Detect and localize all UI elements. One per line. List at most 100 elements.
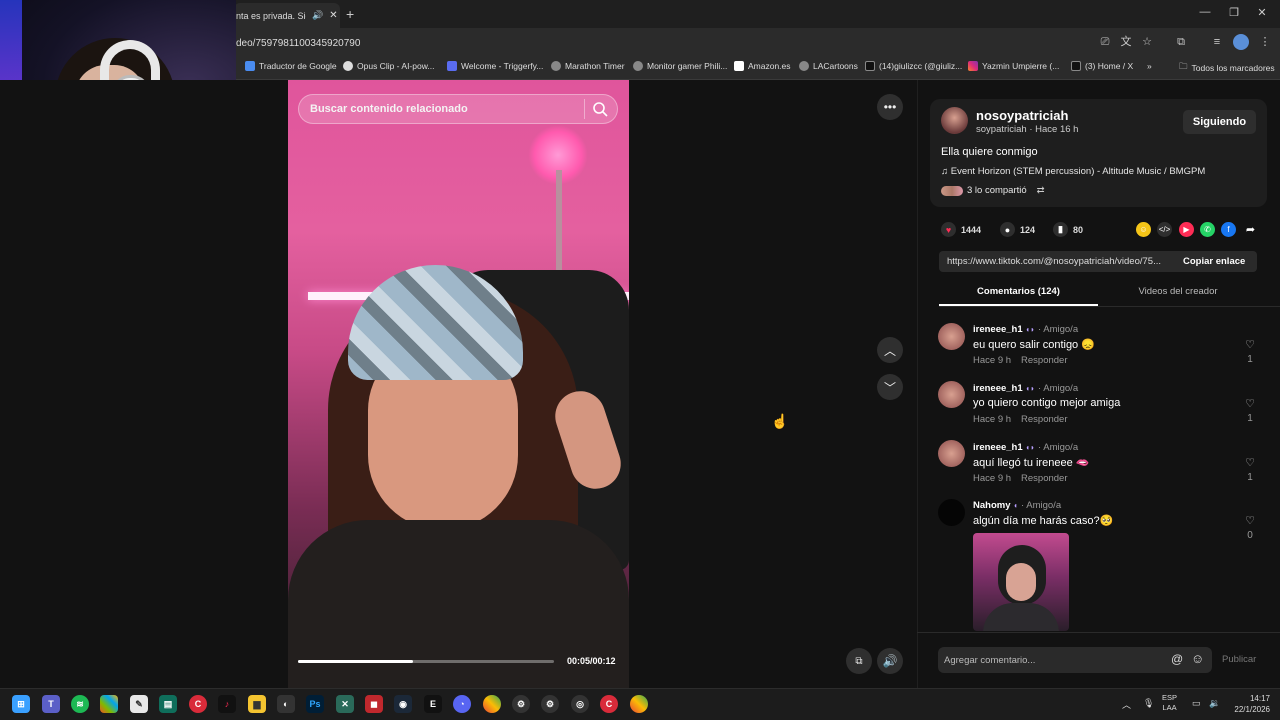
media-controls-icon[interactable]: ≡ [1209, 34, 1225, 50]
install-app-icon[interactable]: ⎚ [1097, 34, 1113, 50]
emoji-icon[interactable]: ☺ [1191, 651, 1204, 666]
chevron-up-icon[interactable]: ︿ [877, 337, 903, 363]
chrome-icon[interactable] [630, 695, 648, 713]
tab-creator-videos[interactable]: Videos del creador [1098, 286, 1258, 297]
bookmark-item[interactable]: (3) Home / X [1071, 61, 1133, 71]
comment-like-icon[interactable]: ♡ [1243, 338, 1257, 351]
profile-avatar-icon[interactable] [1233, 34, 1249, 50]
spotify-icon[interactable]: ≋ [71, 695, 89, 713]
bookmark-item[interactable]: Yazmin Umpierre (... [968, 61, 1059, 71]
close-window-button[interactable]: ✕ [1253, 6, 1271, 19]
translate-icon[interactable]: 文 [1118, 34, 1134, 50]
volume-tray-icon[interactable]: 🔉 [1209, 698, 1220, 709]
reply-button[interactable]: Responder [1021, 414, 1067, 425]
share-arrow-icon[interactable]: ➦ [1243, 222, 1258, 237]
volume-icon[interactable]: 🔊 [877, 648, 903, 674]
app-icon[interactable]: ▤ [159, 695, 177, 713]
language-indicator[interactable]: ESP LAA [1162, 693, 1177, 713]
repost-icon[interactable]: ⇄ [1037, 185, 1045, 196]
close-tab-icon[interactable]: ✕ [329, 10, 337, 21]
browser-tab[interactable]: nta es privada. Sigu 🔊 ✕ [234, 3, 340, 28]
comment-input[interactable] [944, 647, 1164, 673]
steam-icon[interactable]: ◉ [394, 695, 412, 713]
capcut-icon[interactable]: C [600, 695, 618, 713]
url-text[interactable]: deo/7597981100345920790 [236, 38, 360, 49]
teams-icon[interactable]: T [42, 695, 60, 713]
comment-attached-image[interactable] [973, 533, 1069, 631]
commenter-avatar[interactable] [938, 381, 965, 408]
app-icon[interactable]: ◼ [365, 695, 383, 713]
bookmark-item[interactable]: Opus Clip - AI-pow... [343, 61, 434, 71]
picture-in-picture-icon[interactable]: ⧉ [846, 648, 872, 674]
epic-games-icon[interactable]: E [424, 695, 442, 713]
video-player[interactable] [288, 80, 629, 688]
bookmark-item[interactable]: Monitor gamer Phili... [633, 61, 727, 71]
related-search-input[interactable]: Buscar contenido relacionado [298, 94, 618, 124]
reply-button[interactable]: Responder [1021, 473, 1067, 484]
comment-author[interactable]: ireneee_h1 ◖◗ · Amigo/a [973, 442, 1078, 453]
comment-like-icon[interactable]: ♡ [1243, 514, 1257, 527]
copy-link-button[interactable]: Copiar enlace [1183, 256, 1245, 267]
facebook-icon[interactable]: f [1221, 222, 1236, 237]
reply-button[interactable]: Responder [1021, 355, 1067, 366]
extensions-icon[interactable]: ⧉ [1173, 34, 1189, 50]
comment-like-icon[interactable]: ♡ [1243, 456, 1257, 469]
save-stat[interactable]: ▮ 80 [1053, 222, 1083, 237]
bookmark-item[interactable]: LACartoons [799, 61, 858, 71]
bookmark-item[interactable]: Amazon.es [734, 61, 791, 71]
bookmark-item[interactable]: Marathon Timer [551, 61, 625, 71]
browser-menu-icon[interactable]: ⋮ [1257, 34, 1273, 50]
comment-stat[interactable]: ● 124 [1000, 222, 1035, 237]
bookmark-item[interactable]: (14)giulizcc (@giuliz... [865, 61, 962, 71]
settings-gear-icon[interactable]: ⚙ [541, 695, 559, 713]
discord-icon[interactable]: ◔ [453, 695, 471, 713]
creator-avatar[interactable] [941, 107, 968, 134]
photoshop-icon[interactable]: Ps [306, 695, 324, 713]
embed-code-icon[interactable]: </> [1157, 222, 1172, 237]
tab-comments[interactable]: Comentarios (124) [939, 286, 1098, 297]
tray-overflow-icon[interactable]: ︿ [1122, 698, 1131, 711]
bookmark-item[interactable]: Traductor de Google [245, 61, 337, 71]
comment-icon[interactable]: ● [1000, 222, 1015, 237]
more-options-icon[interactable]: ••• [877, 94, 903, 120]
commenter-avatar[interactable] [938, 499, 965, 526]
comment-author[interactable]: ireneee_h1 ◖◗ · Amigo/a [973, 324, 1078, 335]
bookmark-item[interactable]: 🗀 Todos los marcadores [1179, 61, 1275, 75]
heart-icon[interactable]: ♥ [941, 222, 956, 237]
obs-icon[interactable]: ◎ [571, 695, 589, 713]
whatsapp-icon[interactable]: ✆ [1200, 222, 1215, 237]
send-icon[interactable]: ▶ [1179, 222, 1194, 237]
video-link-text[interactable]: https://www.tiktok.com/@nosoypatriciah/v… [947, 256, 1173, 267]
capcut-icon[interactable]: C [189, 695, 207, 713]
minimize-button[interactable]: — [1196, 6, 1214, 18]
network-icon[interactable]: ▭ [1192, 698, 1201, 709]
speaker-icon[interactable]: 🔊 [312, 10, 323, 21]
comment-like-icon[interactable]: ♡ [1243, 397, 1257, 410]
notepad-icon[interactable]: ✎ [130, 695, 148, 713]
file-explorer-icon[interactable]: ▆ [248, 695, 266, 713]
comment-author[interactable]: Nahomy ◖ · Amigo/a [973, 500, 1061, 511]
comment-author[interactable]: ireneee_h1 ◖◗ · Amigo/a [973, 383, 1078, 394]
music-link[interactable]: ♫ Event Horizon (STEM percussion) - Alti… [941, 166, 1205, 177]
app-icon[interactable]: ✕ [336, 695, 354, 713]
shared-by[interactable]: 3 lo compartió ⇄ [941, 185, 1045, 196]
bookmarks-overflow-icon[interactable]: » [1147, 61, 1152, 71]
restore-button[interactable]: ❐ [1225, 6, 1243, 19]
chrome-icon[interactable] [483, 695, 501, 713]
system-clock[interactable]: 14:17 22/1/2026 [1226, 693, 1270, 715]
commenter-avatar[interactable] [938, 323, 965, 350]
chevron-down-icon[interactable]: ﹀ [877, 374, 903, 400]
like-stat[interactable]: ♥ 1444 [941, 222, 981, 237]
copilot-icon[interactable] [100, 695, 118, 713]
mention-icon[interactable]: @ [1171, 652, 1183, 666]
windows-start-icon[interactable]: ⊞ [12, 695, 30, 713]
bookmark-icon[interactable]: ▮ [1053, 222, 1068, 237]
microphone-icon[interactable]: 🎙 [1143, 698, 1154, 709]
app-icon[interactable]: ◐ [277, 695, 295, 713]
tiktok-icon[interactable]: ♪ [218, 695, 236, 713]
settings-gear-icon[interactable]: ⚙ [512, 695, 530, 713]
creator-display-name[interactable]: nosoypatriciah [976, 108, 1068, 123]
search-icon[interactable] [591, 100, 609, 118]
gold-coin-icon[interactable]: ☺ [1136, 222, 1151, 237]
bookmark-item[interactable]: Welcome - Triggerfy... [447, 61, 543, 71]
